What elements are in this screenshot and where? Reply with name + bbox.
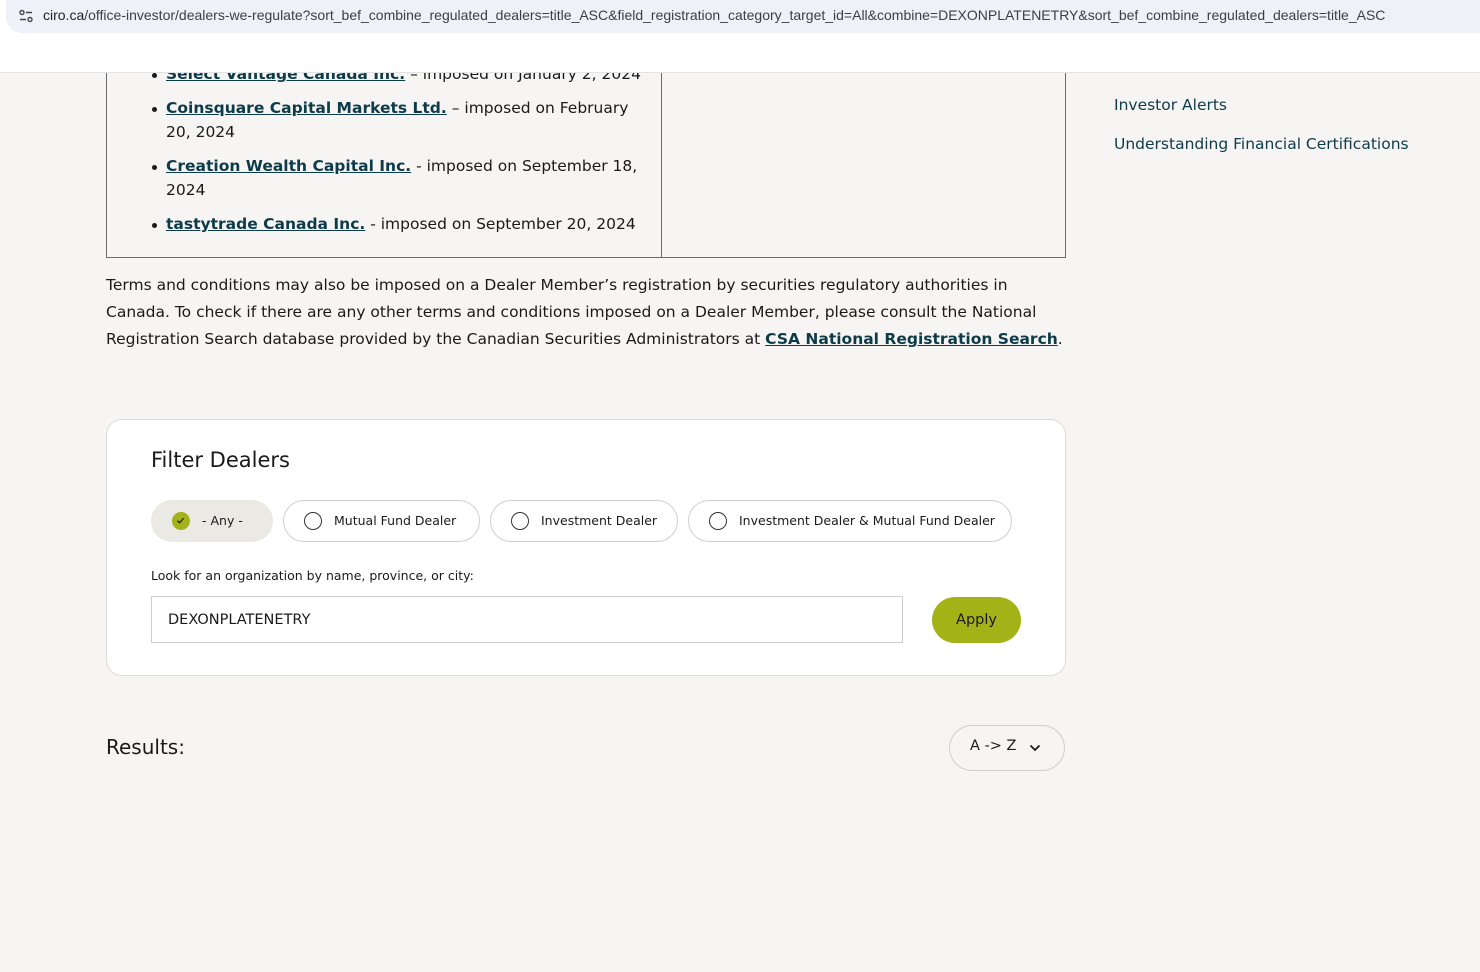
dealer-link[interactable]: tastytrade Canada Inc.	[166, 215, 365, 233]
radio-unchecked-icon	[709, 512, 727, 530]
url-host-overlay: ciro.ca	[43, 7, 85, 23]
list-item: Creation Wealth Capital Inc. - imposed o…	[152, 154, 646, 202]
results-title: Results:	[106, 735, 185, 759]
radio-checked-icon	[172, 512, 190, 530]
filter-option-label: Mutual Fund Dealer	[334, 513, 457, 528]
sidebar-link-financial-certifications[interactable]: Understanding Financial Certifications	[1114, 135, 1409, 153]
paragraph-end: .	[1057, 330, 1063, 348]
filter-option-label: Investment Dealer	[541, 513, 658, 528]
filter-option-mutual-fund-dealer[interactable]: Mutual Fund Dealer	[283, 500, 480, 542]
list-item: Coinsquare Capital Markets Ltd. – impose…	[152, 96, 646, 144]
imposed-text: - imposed on September 20, 2024	[365, 215, 636, 233]
apply-button[interactable]: Apply	[932, 597, 1021, 643]
dealer-link[interactable]: Creation Wealth Capital Inc.	[166, 157, 411, 175]
search-label: Look for an organization by name, provin…	[151, 568, 474, 583]
chevron-down-icon	[1029, 744, 1041, 752]
csa-registration-search-link[interactable]: CSA National Registration Search	[765, 330, 1058, 348]
filter-option-label: - Any -	[202, 513, 243, 528]
sort-select[interactable]: A -> Z	[949, 725, 1065, 771]
dealer-link[interactable]: Coinsquare Capital Markets Ltd.	[166, 99, 447, 117]
filter-option-investment-dealer[interactable]: Investment Dealer	[490, 500, 678, 542]
list-item: tastytrade Canada Inc. - imposed on Sept…	[152, 212, 646, 236]
filter-title: Filter Dealers	[151, 448, 290, 472]
url-path-overlay: /office-investor/dealers-we-regulate?sor…	[84, 7, 1386, 23]
browser-toolbar-overlay: ciro.ca/office-investor/dealers-we-regul…	[0, 0, 1480, 73]
sort-label: A -> Z	[970, 738, 1017, 754]
radio-unchecked-icon	[304, 512, 322, 530]
site-settings-icon	[19, 9, 33, 23]
radio-unchecked-icon	[511, 512, 529, 530]
organization-search-input[interactable]	[151, 596, 903, 643]
address-bar-overlay: ciro.ca/office-investor/dealers-we-regul…	[6, 0, 1480, 33]
filter-option-investment-and-mutual-fund-dealer[interactable]: Investment Dealer & Mutual Fund Dealer	[688, 500, 1012, 542]
sidebar-link-investor-alerts[interactable]: Investor Alerts	[1114, 96, 1227, 114]
filter-option-any[interactable]: - Any -	[151, 500, 273, 542]
filter-option-label: Investment Dealer & Mutual Fund Dealer	[739, 513, 995, 528]
filter-dealers-card: Filter Dealers - Any - Mutual Fund Deale…	[106, 419, 1066, 676]
url-text-overlay: ciro.ca/office-investor/dealers-we-regul…	[43, 7, 1385, 23]
terms-paragraph: Terms and conditions may also be imposed…	[106, 272, 1066, 353]
